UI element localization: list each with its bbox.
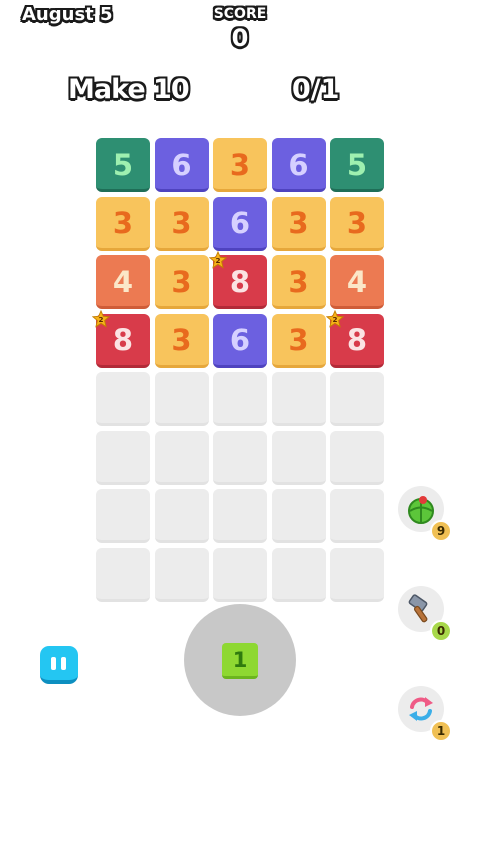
- tile-value: 3: [171, 206, 192, 240]
- tile-value: 8: [112, 323, 134, 357]
- empty-cell[interactable]: [154, 372, 209, 426]
- tile-3[interactable]: 3: [154, 313, 209, 368]
- goal-progress: 0/1: [292, 74, 340, 105]
- empty-cell[interactable]: [330, 547, 384, 602]
- score-value: 0: [231, 24, 249, 52]
- tile-value: 4: [346, 264, 368, 299]
- tile-4[interactable]: 4: [330, 255, 384, 309]
- tile-8[interactable]: 82: [326, 309, 384, 368]
- empty-cell[interactable]: [96, 430, 150, 485]
- star-icon: 2: [209, 251, 227, 269]
- tile-value: 5: [346, 147, 368, 182]
- tile-value: 6: [229, 323, 251, 357]
- empty-cell[interactable]: [330, 372, 384, 426]
- tile-value: 6: [171, 147, 192, 182]
- empty-cell[interactable]: [96, 372, 150, 426]
- tile-6[interactable]: 6: [213, 196, 267, 251]
- powerup-count-badge: 9: [430, 520, 452, 542]
- empty-cell[interactable]: [154, 430, 209, 485]
- tile-8[interactable]: 82: [209, 251, 267, 309]
- tile-4[interactable]: 4: [96, 255, 150, 309]
- powerup-hammer-button[interactable]: 0: [398, 586, 452, 642]
- empty-cell[interactable]: [213, 547, 267, 602]
- tile-value: 6: [288, 147, 309, 182]
- tile-6[interactable]: 6: [271, 138, 326, 192]
- next-tile-value: 1: [232, 647, 248, 672]
- powerup-count-badge: 1: [430, 720, 452, 742]
- tile-6[interactable]: 6: [213, 313, 267, 368]
- tile-value: 3: [288, 323, 309, 357]
- star-icon: 2: [326, 309, 344, 328]
- date-label: August 5: [22, 4, 113, 25]
- tile-value: 8: [229, 264, 251, 299]
- next-tile[interactable]: 1: [222, 643, 258, 679]
- empty-cell[interactable]: [213, 372, 267, 426]
- tile-value: 3: [112, 206, 134, 240]
- powerup-count-badge: 0: [430, 620, 452, 642]
- game-board[interactable]: 56365336334382348236382: [92, 138, 384, 602]
- tile-3[interactable]: 3: [330, 196, 384, 251]
- tile-value: 5: [112, 147, 134, 182]
- empty-cell[interactable]: [330, 430, 384, 485]
- tile-3[interactable]: 3: [154, 196, 209, 251]
- shuffle-ball-icon: [408, 496, 434, 524]
- tile-3[interactable]: 3: [213, 138, 267, 192]
- empty-cell[interactable]: [96, 547, 150, 602]
- pause-icon: [51, 657, 56, 670]
- empty-cell[interactable]: [213, 489, 267, 543]
- tile-value: 8: [346, 323, 368, 357]
- tile-value: 4: [112, 264, 134, 299]
- goal-label: Make 10: [68, 74, 190, 105]
- pause-button[interactable]: [40, 646, 78, 684]
- tile-value: 3: [346, 206, 368, 240]
- tile-3[interactable]: 3: [154, 255, 209, 309]
- hammer-icon: [408, 594, 428, 623]
- tile-value: 3: [288, 264, 309, 299]
- tile-5[interactable]: 5: [96, 138, 150, 192]
- empty-cell[interactable]: [330, 489, 384, 543]
- tile-value: 3: [171, 323, 192, 357]
- tile-3[interactable]: 3: [271, 255, 326, 309]
- swap-arrows-icon: [409, 697, 433, 721]
- empty-cell[interactable]: [154, 547, 209, 602]
- empty-cell[interactable]: [154, 489, 209, 543]
- star-label: 2: [98, 315, 103, 324]
- empty-cell[interactable]: [213, 430, 267, 485]
- empty-cell[interactable]: [271, 547, 326, 602]
- tile-value: 3: [229, 147, 251, 182]
- powerup-shuffle-button[interactable]: 9: [398, 486, 452, 542]
- tile-3[interactable]: 3: [271, 313, 326, 368]
- tile-6[interactable]: 6: [154, 138, 209, 192]
- empty-cell[interactable]: [271, 489, 326, 543]
- tile-8[interactable]: 82: [92, 309, 150, 368]
- powerup-swap-button[interactable]: 1: [398, 686, 452, 742]
- tile-3[interactable]: 3: [271, 196, 326, 251]
- tile-5[interactable]: 5: [330, 138, 384, 192]
- tile-value: 3: [288, 206, 309, 240]
- empty-cell[interactable]: [271, 430, 326, 485]
- star-icon: 2: [92, 309, 110, 328]
- score-label: SCORE: [213, 6, 267, 22]
- star-label: 2: [215, 256, 220, 265]
- tile-value: 6: [229, 206, 251, 240]
- tile-value: 3: [171, 264, 192, 299]
- empty-cell[interactable]: [96, 489, 150, 543]
- tile-3[interactable]: 3: [96, 196, 150, 251]
- pause-icon-bar: [61, 657, 66, 670]
- empty-cell[interactable]: [271, 372, 326, 426]
- star-label: 2: [332, 315, 337, 324]
